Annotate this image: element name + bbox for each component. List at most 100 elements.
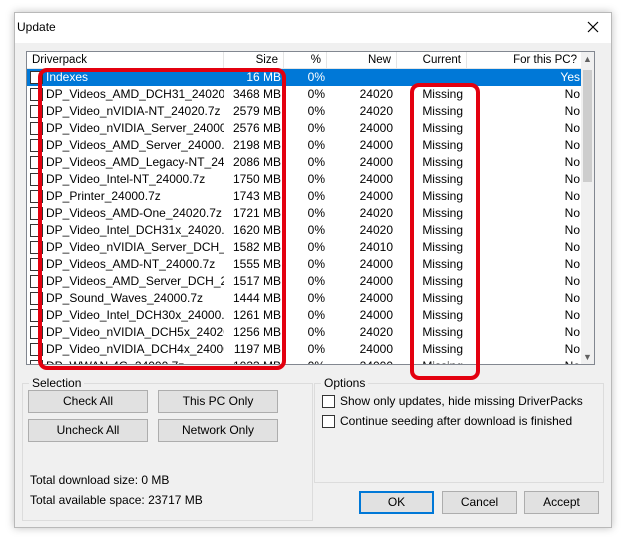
row-checkbox[interactable] bbox=[30, 292, 43, 305]
cell-percent: 0% bbox=[285, 358, 325, 364]
cell-for-this-pc: No bbox=[564, 155, 580, 169]
table-row[interactable]: DP_Videos_AMD_DCH31_24020.7z 3468 MB 0% 240… bbox=[27, 86, 583, 103]
table-row[interactable]: DP_Videos_AMD_Server_24000.7z 2198 MB 0% 24… bbox=[27, 137, 583, 154]
cell-size: 1555 MB bbox=[232, 257, 281, 271]
column-percent[interactable]: % bbox=[284, 52, 327, 69]
show-only-updates-checkbox[interactable]: Show only updates, hide missing DriverPa… bbox=[322, 394, 592, 408]
row-checkbox[interactable] bbox=[30, 207, 43, 220]
table-row[interactable]: DP_Video_nVIDIA_DCH5x_24020.... 1256 MB 0%… bbox=[27, 324, 583, 341]
column-for-this-pc[interactable]: For this PC? bbox=[467, 52, 583, 69]
cell-driverpack: DP_Video_nVIDIA_Server_DCH_2... bbox=[46, 240, 224, 254]
network-only-button[interactable]: Network Only bbox=[158, 419, 278, 442]
table-row[interactable]: DP_Videos_AMD_Server_DCH_24... 1517 MB 0% 2… bbox=[27, 273, 583, 290]
cell-current: Missing bbox=[422, 308, 463, 322]
cell-percent: 0% bbox=[307, 308, 325, 322]
cell-driverpack: Indexes bbox=[46, 70, 89, 84]
table-row[interactable]: DP_Video_nVIDIA-NT_24020.7z 2579 MB 0% 2402… bbox=[27, 103, 583, 120]
table-row[interactable]: DP_Video_nVIDIA_DCH4x_24000.... 1197 MB 0%… bbox=[27, 341, 583, 358]
row-checkbox[interactable] bbox=[30, 190, 43, 203]
cell-for-this-pc: No bbox=[564, 291, 580, 305]
cell-driverpack: DP_Video_nVIDIA_DCH4x_24000.... bbox=[46, 342, 224, 356]
row-checkbox[interactable] bbox=[30, 139, 43, 152]
cell-percent: 0% bbox=[307, 240, 325, 254]
table-row[interactable]: DP_Video_nVIDIA_Server_DCH_2... 1582 MB 0%… bbox=[27, 239, 583, 256]
ok-button[interactable]: OK bbox=[359, 491, 434, 514]
continue-seeding-checkbox[interactable]: Continue seeding after download is finis… bbox=[322, 414, 592, 428]
row-checkbox[interactable] bbox=[30, 122, 43, 135]
cell-size: 1620 MB bbox=[232, 223, 281, 237]
chevron-up-icon[interactable]: ▲ bbox=[581, 52, 594, 66]
window-title: Update bbox=[17, 20, 56, 34]
cell-for-this-pc: No bbox=[564, 87, 580, 101]
column-size[interactable]: Size bbox=[224, 52, 284, 69]
row-checkbox[interactable] bbox=[30, 224, 43, 237]
table-row[interactable]: DP_Video_Intel-NT_24000.7z 1750 MB 0% 24000… bbox=[27, 171, 583, 188]
cell-size: 2579 MB bbox=[232, 104, 281, 118]
cell-percent: 0% bbox=[307, 172, 325, 186]
row-checkbox[interactable] bbox=[30, 105, 43, 118]
cell-size: 2086 MB bbox=[232, 155, 281, 169]
table-row[interactable]: DP_Videos_AMD-NT_24000.7z 1555 MB 0% 24000 M… bbox=[27, 256, 583, 273]
update-dialog: Update Driverpack Size % New Current For… bbox=[14, 12, 612, 528]
cell-current: Missing bbox=[422, 121, 463, 135]
cell-size: 16 MB bbox=[246, 70, 281, 84]
cell-for-this-pc: No bbox=[564, 104, 580, 118]
table-row[interactable]: DP_WWAN-4G_24000.7z1033 MB 0%24000Missing… bbox=[27, 358, 583, 364]
row-checkbox[interactable] bbox=[30, 309, 43, 322]
table-row[interactable]: DP_Video_Intel_DCH31x_24020.7z 1620 MB 0% 2… bbox=[27, 222, 583, 239]
driverpack-list[interactable]: Driverpack Size % New Current For this P… bbox=[26, 51, 595, 365]
this-pc-only-button[interactable]: This PC Only bbox=[158, 390, 278, 413]
row-checkbox[interactable] bbox=[30, 343, 43, 356]
cell-driverpack: DP_Video_Intel_DCH30x_24000.7z bbox=[46, 308, 224, 322]
check-all-button[interactable]: Check All bbox=[28, 390, 148, 413]
table-row[interactable]: DP_Printer_24000.7z 1743 MB 0% 24000 Missing… bbox=[27, 188, 583, 205]
cell-for-this-pc: No bbox=[564, 189, 580, 203]
column-driverpack[interactable]: Driverpack bbox=[27, 52, 224, 69]
cell-current: Missing bbox=[422, 138, 463, 152]
cell-current: Missing bbox=[422, 155, 463, 169]
row-checkbox[interactable] bbox=[30, 173, 43, 186]
cell-current: Missing bbox=[422, 104, 463, 118]
cell-driverpack: DP_Videos_AMD_Legacy-NT_240... bbox=[46, 155, 224, 169]
row-checkbox[interactable] bbox=[30, 258, 43, 271]
table-row[interactable]: DP_Sound_Waves_24000.7z 1444 MB 0% 24000 Mis… bbox=[27, 290, 583, 307]
cell-size: 1721 MB bbox=[232, 206, 281, 220]
table-row[interactable]: Indexes 16 MB 0% Yes bbox=[27, 69, 583, 86]
cell-new: 24020 bbox=[359, 104, 393, 118]
table-row[interactable]: DP_Video_nVIDIA_Server_24000.7z 2576 MB 0%… bbox=[27, 120, 583, 137]
row-checkbox[interactable] bbox=[30, 71, 43, 84]
show-only-updates-label: Show only updates, hide missing DriverPa… bbox=[340, 394, 583, 408]
checkbox-box[interactable] bbox=[322, 395, 335, 408]
chevron-down-icon[interactable]: ▼ bbox=[581, 350, 594, 364]
cell-current: Missing bbox=[422, 189, 463, 203]
scrollbar-thumb[interactable] bbox=[583, 70, 592, 182]
cell-size: 1517 MB bbox=[232, 274, 281, 288]
row-checkbox[interactable] bbox=[30, 360, 43, 364]
row-checkbox[interactable] bbox=[30, 88, 43, 101]
row-checkbox[interactable] bbox=[30, 326, 43, 339]
uncheck-all-button[interactable]: Uncheck All bbox=[28, 419, 148, 442]
close-button[interactable] bbox=[581, 15, 607, 41]
column-current[interactable]: Current bbox=[397, 52, 467, 69]
table-row[interactable]: DP_Videos_AMD-One_24020.7z 1721 MB 0% 24020… bbox=[27, 205, 583, 222]
cell-size: 3468 MB bbox=[232, 87, 281, 101]
vertical-scrollbar[interactable]: ▲ ▼ bbox=[581, 52, 594, 364]
cell-percent: 0% bbox=[307, 189, 325, 203]
cell-percent: 0% bbox=[307, 325, 325, 339]
row-checkbox[interactable] bbox=[30, 156, 43, 169]
cell-new: 24000 bbox=[359, 274, 393, 288]
cell-driverpack: DP_Sound_Waves_24000.7z bbox=[46, 291, 203, 305]
cell-new: 24000 bbox=[359, 138, 393, 152]
cell-current: Missing bbox=[422, 223, 463, 237]
table-row[interactable]: DP_Videos_AMD_Legacy-NT_240... 2086 MB 0% 2… bbox=[27, 154, 583, 171]
cell-new: 24000 bbox=[359, 172, 393, 186]
cell-driverpack: DP_Video_Intel_DCH31x_24020.7z bbox=[46, 223, 224, 237]
total-download-size: Total download size: 0 MB bbox=[30, 473, 170, 487]
row-checkbox[interactable] bbox=[30, 241, 43, 254]
checkbox-box[interactable] bbox=[322, 415, 335, 428]
cancel-button[interactable]: Cancel bbox=[442, 491, 517, 514]
column-new[interactable]: New bbox=[327, 52, 397, 69]
accept-button[interactable]: Accept bbox=[524, 491, 599, 514]
table-row[interactable]: DP_Video_Intel_DCH30x_24000.7z 1261 MB 0% 2… bbox=[27, 307, 583, 324]
row-checkbox[interactable] bbox=[30, 275, 43, 288]
